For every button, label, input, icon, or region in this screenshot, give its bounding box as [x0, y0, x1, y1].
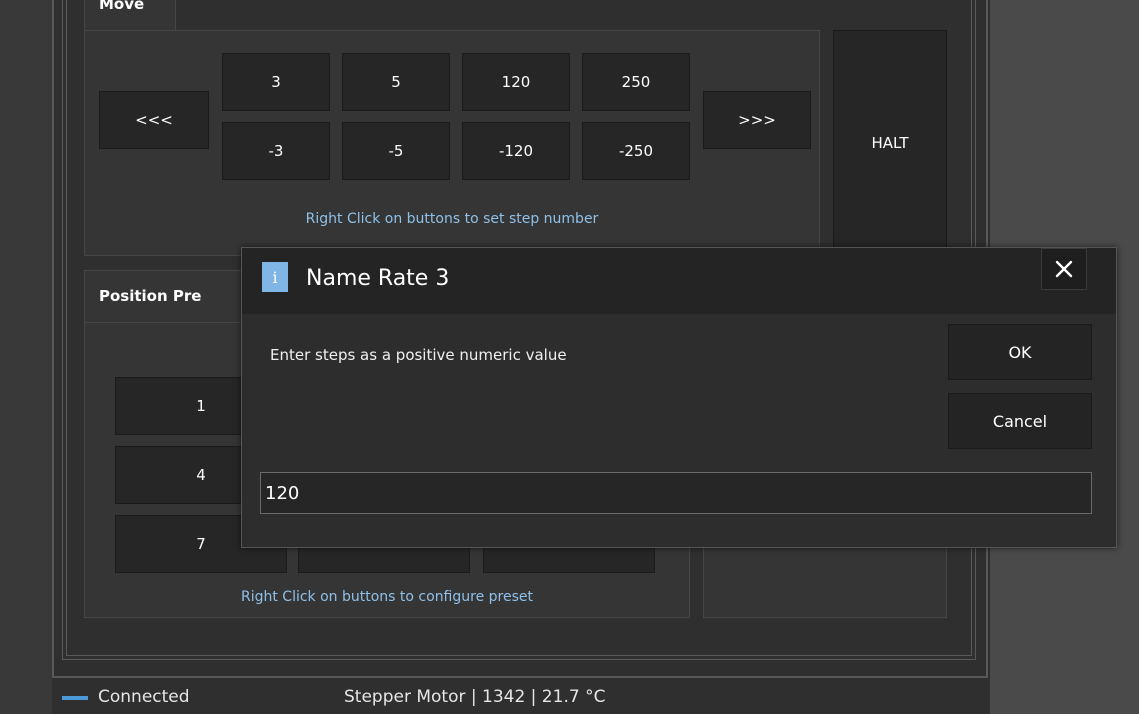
step-minus-120-button[interactable]: -120: [462, 122, 570, 180]
dialog-title: Name Rate 3: [306, 266, 450, 291]
halt-button[interactable]: HALT: [833, 30, 947, 256]
name-rate-dialog: i Name Rate 3 Enter steps as a positive …: [241, 247, 1117, 548]
step-label: 5: [391, 73, 401, 91]
move-group-title: Move: [84, 0, 176, 30]
step-label: 3: [271, 73, 281, 91]
connection-status-indicator: [62, 696, 88, 700]
step-minus-3-button[interactable]: -3: [222, 122, 330, 180]
step-plus-3-button[interactable]: 3: [222, 53, 330, 111]
step-minus-250-button[interactable]: -250: [582, 122, 690, 180]
ok-button[interactable]: OK: [948, 324, 1092, 380]
cancel-label: Cancel: [992, 411, 1048, 431]
step-minus-5-button[interactable]: -5: [342, 122, 450, 180]
step-label: -5: [388, 142, 404, 160]
preset-label: 7: [196, 535, 206, 553]
info-icon-glyph: i: [272, 267, 278, 287]
presets-title-text: Position Pre: [99, 287, 202, 305]
position-presets-title: Position Pre: [84, 270, 244, 322]
dialog-titlebar: i Name Rate 3: [242, 248, 1116, 314]
left-strip: [0, 0, 52, 714]
preset-label: 1: [196, 397, 206, 415]
dialog-prompt: Enter steps as a positive numeric value: [270, 346, 567, 364]
ok-label: OK: [1008, 342, 1032, 362]
cancel-button[interactable]: Cancel: [948, 393, 1092, 449]
close-icon: [1055, 260, 1073, 278]
connection-status-text: Connected: [98, 687, 190, 707]
step-forward-button[interactable]: >>>: [703, 91, 811, 149]
right-lower-panel: [703, 540, 947, 618]
step-plus-250-button[interactable]: 250: [582, 53, 690, 111]
steps-value-input[interactable]: [260, 472, 1092, 514]
step-forward-label: >>>: [738, 111, 776, 129]
move-title-text: Move: [99, 0, 145, 13]
info-icon: i: [262, 262, 288, 292]
presets-hint: Right Click on buttons to configure pres…: [240, 589, 533, 605]
step-plus-120-button[interactable]: 120: [462, 53, 570, 111]
device-info-text: Stepper Motor | 1342 | 21.7 °C: [344, 687, 606, 707]
step-label: -120: [498, 142, 534, 160]
step-label: 120: [501, 73, 531, 91]
step-back-label: <<<: [135, 111, 173, 129]
halt-label: HALT: [871, 134, 909, 152]
step-label: 250: [621, 73, 651, 91]
step-label: -250: [618, 142, 654, 160]
step-back-button[interactable]: <<<: [99, 91, 209, 149]
close-button[interactable]: [1041, 248, 1087, 290]
move-hint: Right Click on buttons to set step numbe…: [305, 211, 599, 227]
step-plus-5-button[interactable]: 5: [342, 53, 450, 111]
step-label: -3: [268, 142, 284, 160]
preset-label: 4: [196, 466, 206, 484]
